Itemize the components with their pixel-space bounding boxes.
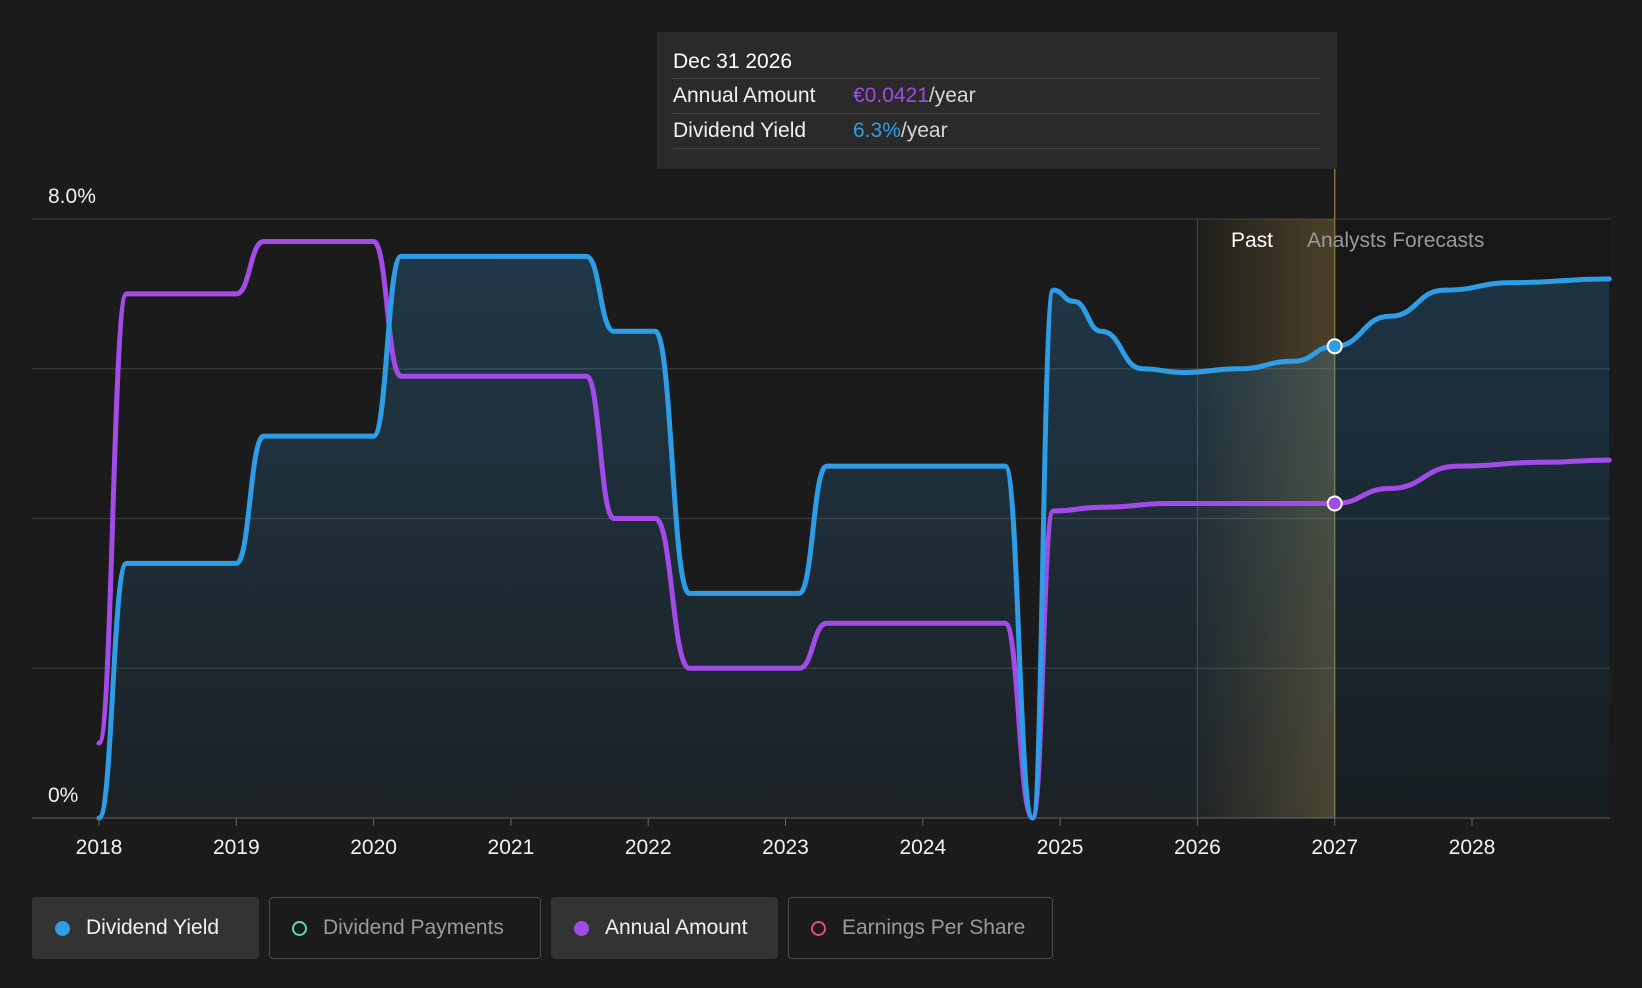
legend-annual-amount[interactable]: Annual Amount <box>551 897 778 959</box>
x-tick-label: 2024 <box>899 836 946 859</box>
x-tick-label: 2026 <box>1174 836 1221 859</box>
x-tick-label: 2021 <box>488 836 535 859</box>
tooltip-row-annual-amount: Annual Amount €0.0421/year <box>673 79 1321 114</box>
x-tick-label: 2023 <box>762 836 809 859</box>
chart-tooltip: Dec 31 2026 Annual Amount €0.0421/year D… <box>657 32 1337 169</box>
tooltip-value: 6.3% <box>853 119 901 142</box>
x-tick-label: 2027 <box>1311 836 1358 859</box>
legend-label: Dividend Payments <box>323 916 504 939</box>
x-tick-label: 2025 <box>1037 836 1084 859</box>
tooltip-row-dividend-yield: Dividend Yield 6.3%/year <box>673 114 1321 149</box>
tooltip-unit: /year <box>900 119 948 142</box>
tooltip-label: Annual Amount <box>673 84 816 107</box>
chart-legend: Dividend Yield Dividend Payments Annual … <box>32 897 1053 959</box>
legend-label: Earnings Per Share <box>842 916 1026 939</box>
y-tick-label: 0% <box>48 784 78 807</box>
tooltip-date: Dec 31 2026 <box>673 46 1321 79</box>
yield-area <box>99 256 1610 818</box>
dividend-yield-marker <box>1326 338 1343 355</box>
forecast-label: Analysts Forecasts <box>1307 229 1485 252</box>
legend-dividend-payments[interactable]: Dividend Payments <box>269 897 541 959</box>
x-tick-label: 2018 <box>76 836 123 859</box>
legend-label: Annual Amount <box>605 916 748 939</box>
annual-amount-marker <box>1326 495 1343 512</box>
y-tick-label: 8.0% <box>48 185 96 208</box>
legend-dot-icon <box>55 920 70 936</box>
x-tick-label: 2020 <box>350 836 397 859</box>
legend-earnings-per-share[interactable]: Earnings Per Share <box>788 897 1053 959</box>
x-axis: 2018 2019 2020 2021 2022 2023 2024 2025 2026 2027… <box>76 818 1496 859</box>
x-tick-label: 2019 <box>213 836 260 859</box>
tooltip-value: €0.0421 <box>853 84 929 107</box>
y-axis: 8.0% 0% <box>48 185 96 807</box>
x-tick-label: 2022 <box>625 836 672 859</box>
legend-dividend-yield[interactable]: Dividend Yield <box>32 897 259 959</box>
tooltip-label: Dividend Yield <box>673 119 807 142</box>
x-tick-label: 2028 <box>1449 836 1496 859</box>
yield-area-fill <box>99 256 1610 818</box>
legend-ring-icon <box>292 920 307 936</box>
past-label: Past <box>1231 229 1274 252</box>
tooltip-unit: /year <box>928 84 976 107</box>
legend-ring-icon <box>811 920 826 936</box>
legend-label: Dividend Yield <box>86 916 220 939</box>
legend-dot-icon <box>574 920 589 936</box>
